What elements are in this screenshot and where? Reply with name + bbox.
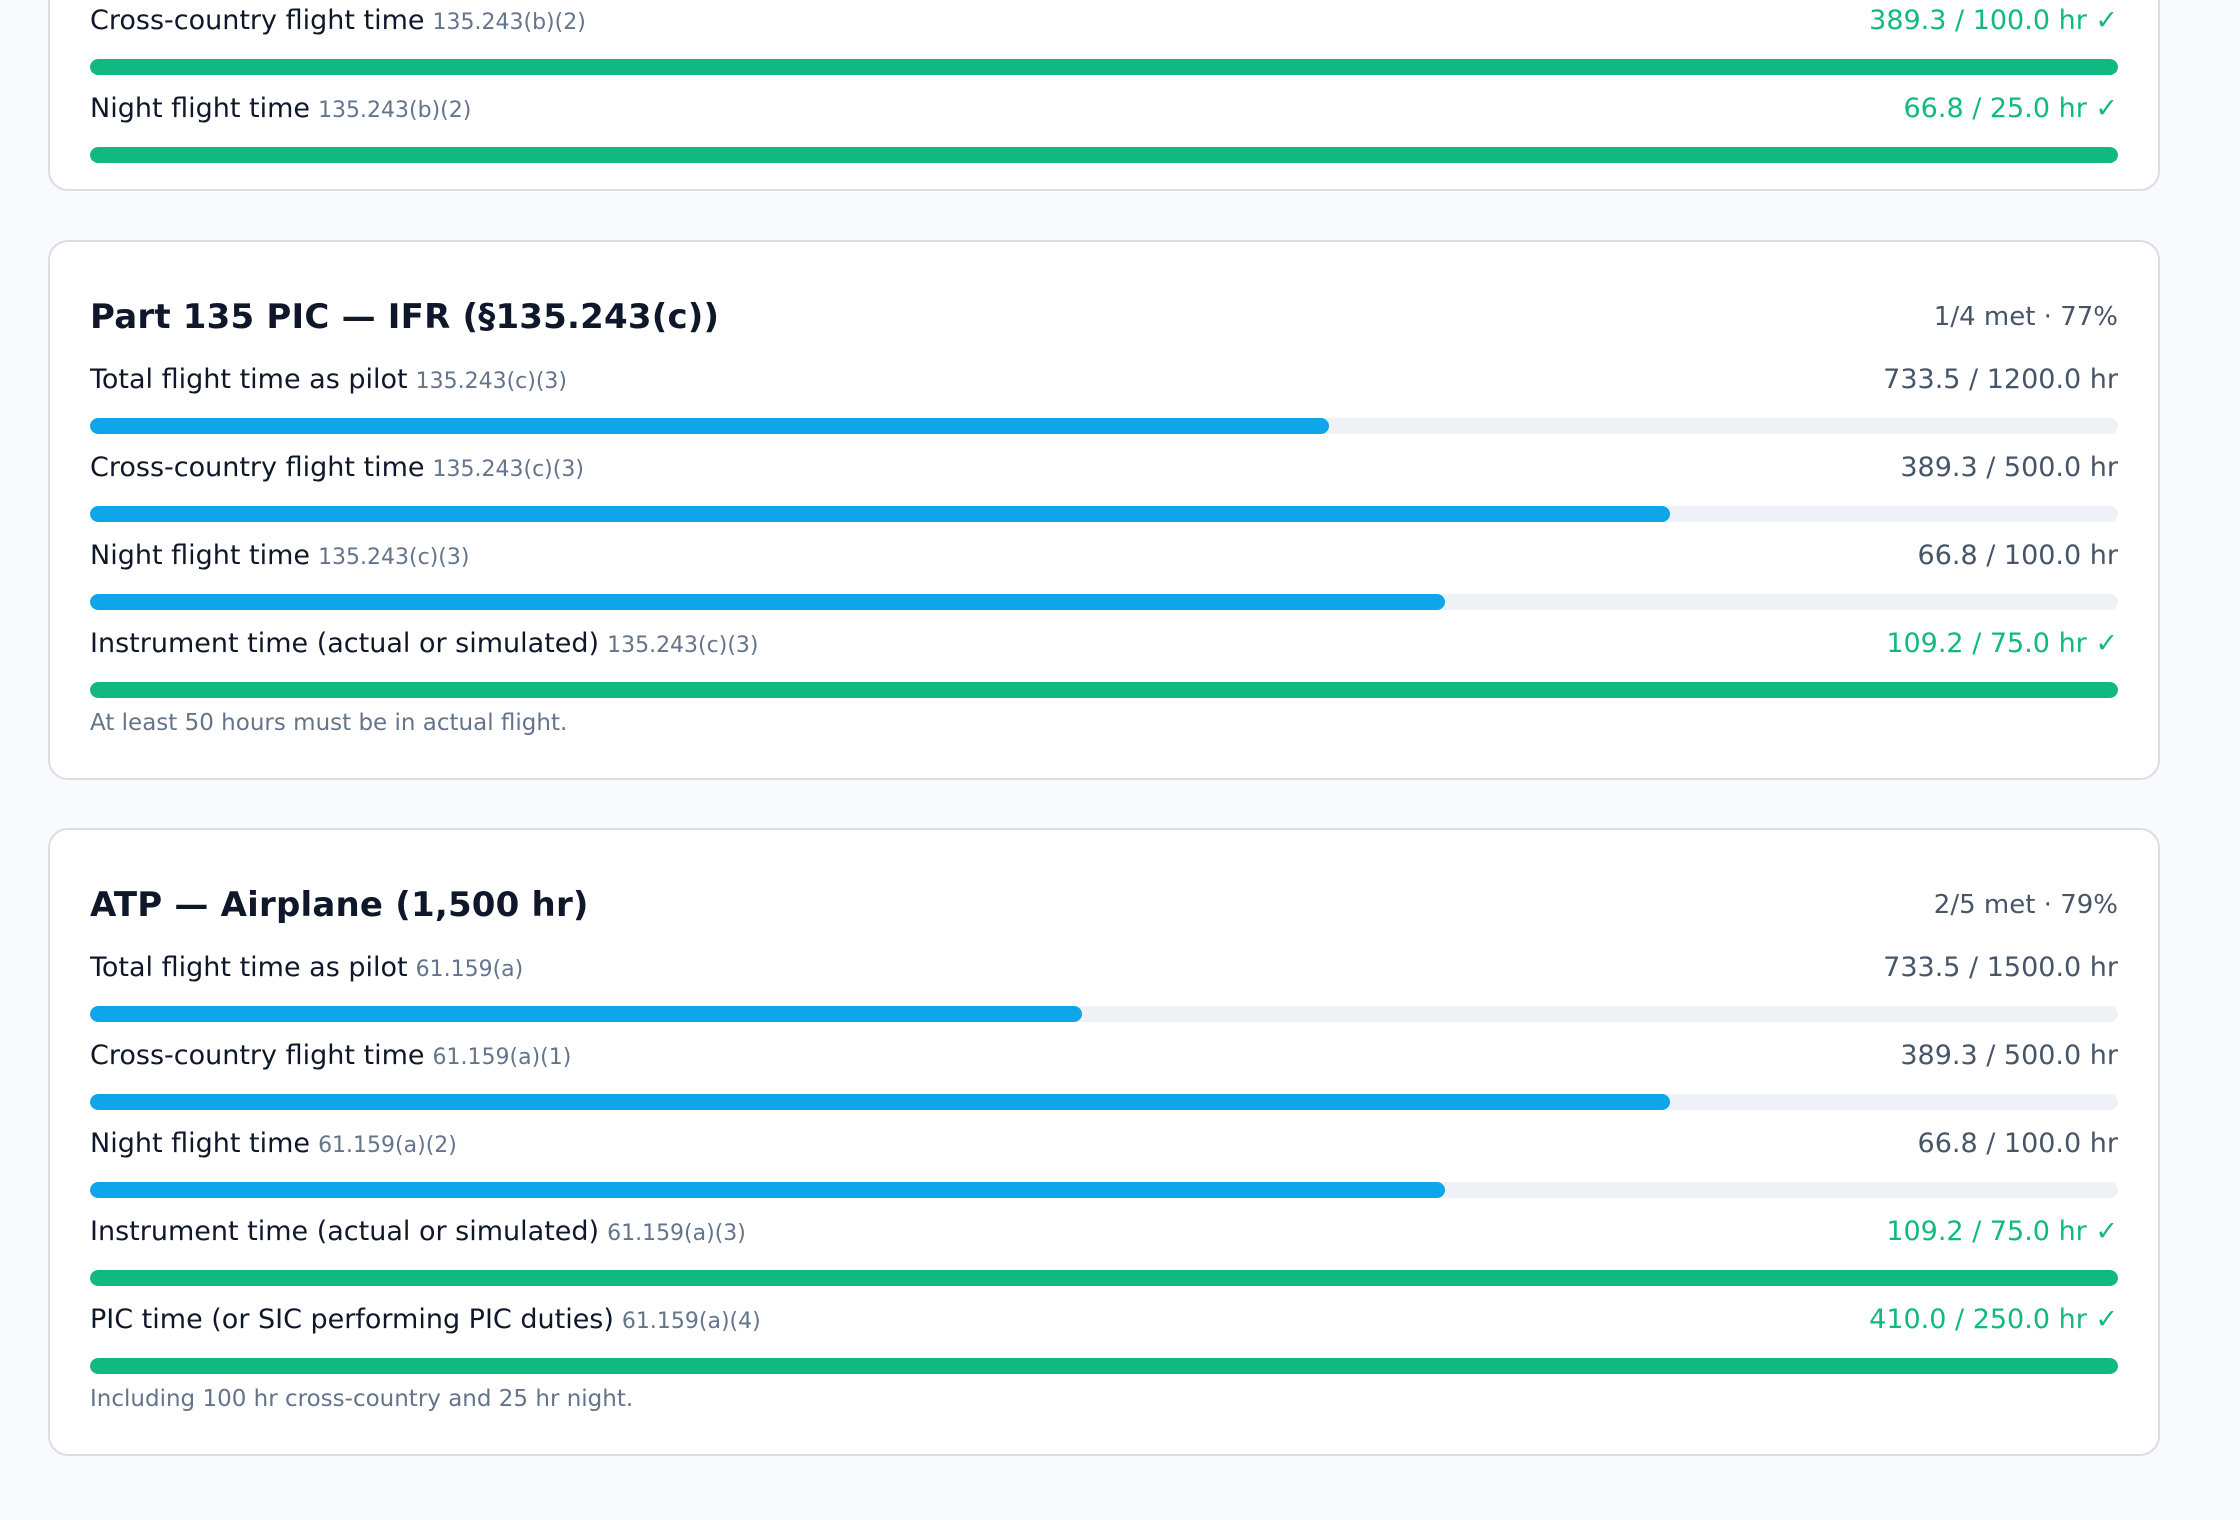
requirements-card-atp: ATP — Airplane (1,500 hr) 2/5 met · 79% … — [48, 828, 2160, 1456]
progress-track — [90, 682, 2118, 698]
requirement-reference: 135.243(c)(3) — [432, 457, 584, 482]
card-title: Part 135 PIC — IFR (§135.243(c)) — [90, 297, 720, 337]
progress-track — [90, 1094, 2118, 1110]
requirement-reference: 135.243(c)(3) — [318, 545, 470, 570]
requirement-label: Night flight time — [90, 540, 311, 571]
progress-track — [90, 418, 2118, 434]
requirement-label: Cross-country flight time — [90, 1040, 425, 1071]
requirement-value: 389.3 / 500.0 hr — [1900, 1040, 2118, 1071]
requirement-value: 109.2 / 75.0 hr ✓ — [1886, 628, 2118, 659]
card-summary: 2/5 met · 79% — [1933, 890, 2118, 920]
requirement-reference: 135.243(b)(2) — [318, 98, 472, 123]
progress-fill — [90, 682, 2118, 698]
requirement-label: Cross-country flight time — [90, 452, 425, 483]
card-note: At least 50 hours must be in actual flig… — [90, 710, 568, 736]
requirement-value: 109.2 / 75.0 hr ✓ — [1886, 1216, 2118, 1247]
requirement-label: PIC time (or SIC performing PIC duties) — [90, 1304, 614, 1335]
progress-fill — [90, 594, 1445, 610]
requirements-card-135c: Part 135 PIC — IFR (§135.243(c)) 1/4 met… — [48, 240, 2160, 780]
progress-track — [90, 59, 2118, 75]
requirement-row: Night flight time 61.159(a)(2) 66.8 / 100… — [90, 1128, 2118, 1198]
requirement-reference: 61.159(a) — [415, 957, 524, 982]
progress-fill — [90, 147, 2118, 163]
progress-track — [90, 1006, 2118, 1022]
progress-track — [90, 594, 2118, 610]
progress-fill — [90, 1094, 1670, 1110]
requirement-row: Cross-country flight time 61.159(a)(1) 38… — [90, 1040, 2118, 1110]
progress-track — [90, 1270, 2118, 1286]
requirement-row: Instrument time (actual or simulated) 61.… — [90, 1216, 2118, 1286]
requirement-row: Instrument time (actual or simulated) 135… — [90, 628, 2118, 698]
requirement-reference: 61.159(a)(4) — [621, 1309, 761, 1334]
progress-track — [90, 1182, 2118, 1198]
progress-fill — [90, 1006, 1082, 1022]
requirement-value: 733.5 / 1200.0 hr — [1883, 364, 2118, 395]
requirement-label: Total flight time as pilot — [90, 952, 408, 983]
requirement-value: 389.3 / 100.0 hr ✓ — [1869, 5, 2118, 36]
progress-track — [90, 1358, 2118, 1374]
requirements-card-135b: Cross-country flight time 135.243(b)(2) 3… — [48, 0, 2160, 191]
requirement-row: Total flight time as pilot 135.243(c)(3) … — [90, 364, 2118, 434]
requirement-label: Cross-country flight time — [90, 5, 425, 36]
card-note: Including 100 hr cross-country and 25 hr… — [90, 1386, 634, 1412]
requirement-row: Cross-country flight time 135.243(c)(3) 3… — [90, 452, 2118, 522]
requirement-row: Total flight time as pilot 61.159(a) 733.… — [90, 952, 2118, 1022]
requirement-value: 389.3 / 500.0 hr — [1900, 452, 2118, 483]
progress-fill — [90, 59, 2118, 75]
card-title: ATP — Airplane (1,500 hr) — [90, 885, 589, 925]
requirement-reference: 61.159(a)(2) — [318, 1133, 457, 1158]
progress-fill — [90, 1358, 2118, 1374]
requirement-value: 410.0 / 250.0 hr ✓ — [1869, 1304, 2118, 1335]
requirement-reference: 135.243(c)(3) — [415, 369, 567, 394]
requirement-label: Night flight time — [90, 1128, 311, 1159]
progress-fill — [90, 506, 1670, 522]
requirement-row: Night flight time 135.243(b)(2) 66.8 / 25… — [90, 93, 2118, 163]
requirement-label: Night flight time — [90, 93, 311, 124]
requirement-row: PIC time (or SIC performing PIC duties) 6… — [90, 1304, 2118, 1374]
requirement-reference: 135.243(b)(2) — [432, 10, 586, 35]
requirement-row: Cross-country flight time 135.243(b)(2) 3… — [90, 5, 2118, 75]
progress-track — [90, 147, 2118, 163]
progress-fill — [90, 1182, 1445, 1198]
progress-fill — [90, 1270, 2118, 1286]
requirement-label: Instrument time (actual or simulated) — [90, 1216, 600, 1247]
requirement-value: 66.8 / 100.0 hr — [1917, 1128, 2118, 1159]
card-summary: 1/4 met · 77% — [1933, 302, 2118, 332]
requirement-value: 66.8 / 25.0 hr ✓ — [1903, 93, 2119, 124]
requirement-label: Total flight time as pilot — [90, 364, 408, 395]
requirement-label: Instrument time (actual or simulated) — [90, 628, 600, 659]
progress-fill — [90, 418, 1330, 434]
requirement-value: 66.8 / 100.0 hr — [1917, 540, 2118, 571]
requirement-reference: 61.159(a)(3) — [607, 1221, 746, 1246]
requirement-reference: 61.159(a)(1) — [432, 1045, 572, 1070]
card-header: Part 135 PIC — IFR (§135.243(c)) 1/4 met… — [90, 287, 2118, 347]
requirement-row: Night flight time 135.243(c)(3) 66.8 / 10… — [90, 540, 2118, 610]
requirement-reference: 135.243(c)(3) — [607, 633, 759, 658]
requirement-value: 733.5 / 1500.0 hr — [1883, 952, 2118, 983]
card-header: ATP — Airplane (1,500 hr) 2/5 met · 79% — [90, 875, 2118, 935]
progress-track — [90, 506, 2118, 522]
